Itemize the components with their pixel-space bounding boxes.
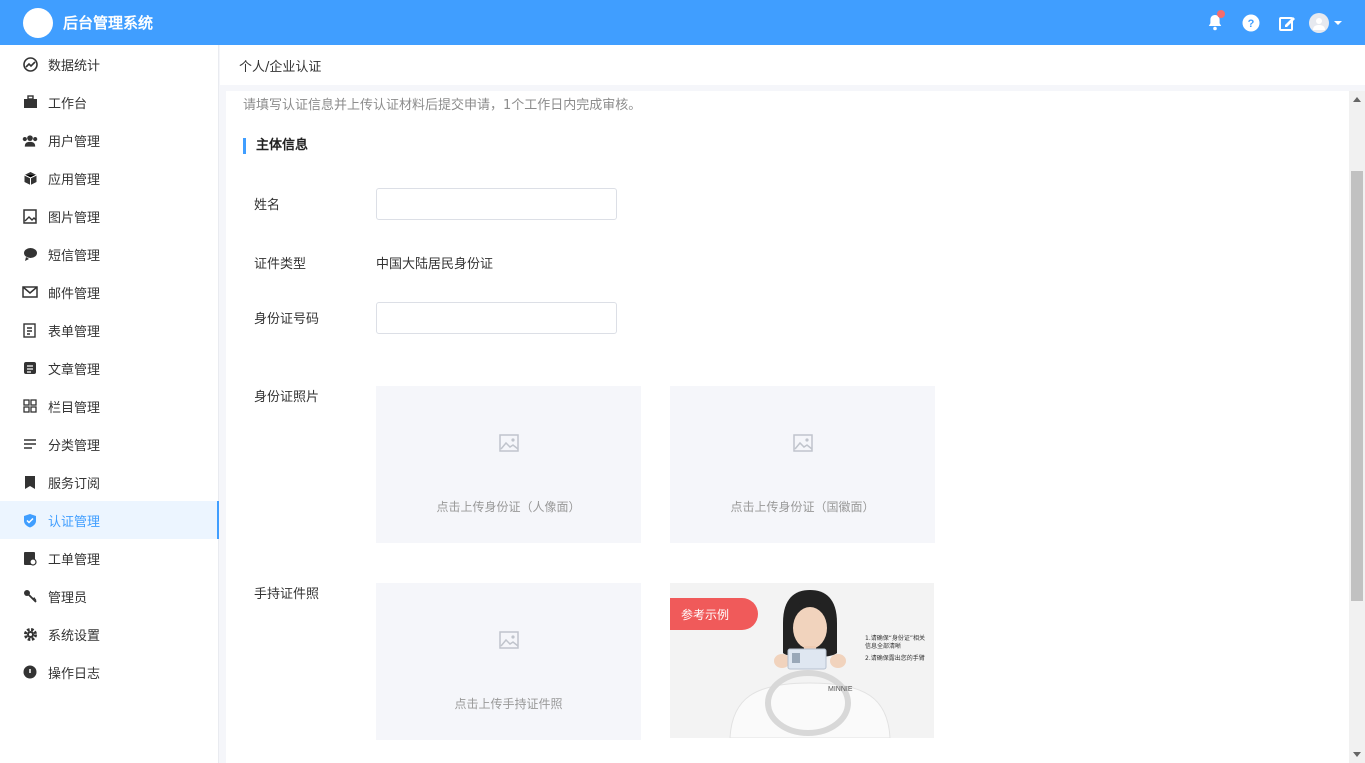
help-button[interactable]: ? <box>1233 0 1269 45</box>
svg-text:?: ? <box>1248 18 1255 30</box>
id-number-label: 身份证号码 <box>254 312 320 327</box>
grid-icon <box>22 398 38 414</box>
name-label: 姓名 <box>254 198 281 213</box>
sidebar-item-label: 文章管理 <box>48 362 101 378</box>
sample-tag: 参考示例 <box>670 598 758 630</box>
sample-note-1: 1.请确保“身份证”相关信息全部清晰 <box>865 635 925 650</box>
gear-icon <box>22 626 38 642</box>
sidebar-item[interactable]: 服务订阅 <box>0 463 218 501</box>
chat-icon <box>22 246 38 262</box>
upload-id-back[interactable]: 点击上传身份证（国徽面） <box>670 386 935 543</box>
chevron-down-icon <box>1334 20 1342 25</box>
instruction-text: 请填写认证信息并上传认证材料后提交申请，1个工作日内完成审核。 <box>243 98 642 113</box>
sidebar-item-label: 管理员 <box>48 590 88 606</box>
sidebar-item-label: 图片管理 <box>48 210 101 226</box>
sidebar-item-label: 认证管理 <box>48 514 101 530</box>
mail-icon <box>22 284 38 300</box>
users-icon <box>22 132 38 148</box>
sidebar-item-label: 分类管理 <box>48 438 101 454</box>
key-icon <box>22 588 38 604</box>
sidebar-item-label: 表单管理 <box>48 324 101 340</box>
upload-id-front[interactable]: 点击上传身份证（人像面） <box>376 386 641 543</box>
image-placeholder-icon <box>498 631 519 649</box>
briefcase-icon <box>22 94 38 110</box>
user-menu[interactable] <box>1309 12 1343 33</box>
svg-text:MINNIE: MINNIE <box>828 686 853 693</box>
sidebar-item[interactable]: 操作日志 <box>0 653 218 691</box>
log-icon <box>22 664 38 680</box>
upload-id-front-text: 点击上传身份证（人像面） <box>436 500 581 514</box>
top-bar: 后台管理系统 ? <box>0 0 1365 45</box>
sidebar-item[interactable]: 工单管理 <box>0 539 218 577</box>
ticket-icon <box>22 550 38 566</box>
sidebar-item[interactable]: 文章管理 <box>0 349 218 387</box>
sidebar-item-label: 邮件管理 <box>48 286 101 302</box>
sidebar-item-label: 栏目管理 <box>48 400 101 416</box>
sample-notes: 1.请确保“身份证”相关信息全部清晰 2.请确保露出您的手臂 <box>865 635 930 663</box>
sidebar-item[interactable]: 栏目管理 <box>0 387 218 425</box>
sidebar-item-label: 系统设置 <box>48 628 101 644</box>
upload-handheld[interactable]: 点击上传手持证件照 <box>376 583 641 740</box>
sidebar-item[interactable]: 数据统计 <box>0 45 218 83</box>
dashboard-icon <box>22 56 38 72</box>
sidebar-item[interactable]: 图片管理 <box>0 197 218 235</box>
edit-button[interactable] <box>1269 0 1305 45</box>
section-title: 主体信息 <box>243 138 308 154</box>
sidebar-item-label: 数据统计 <box>48 58 101 74</box>
id-photo-label: 身份证照片 <box>254 390 320 405</box>
image-icon <box>22 208 38 224</box>
bookmark-icon <box>22 474 38 490</box>
sample-image: MINNIE 参考示例 1.请确保“身份证”相关信息全部清晰 2.请确保露出您的… <box>670 583 934 738</box>
article-icon <box>22 360 38 376</box>
sidebar-item-label: 工单管理 <box>48 552 101 568</box>
sidebar-item-label: 操作日志 <box>48 666 101 682</box>
sidebar-item-label: 服务订阅 <box>48 476 101 492</box>
sidebar-item[interactable]: 管理员 <box>0 577 218 615</box>
image-placeholder-icon <box>498 434 519 452</box>
scrollbar[interactable] <box>1349 91 1365 763</box>
cube-icon <box>22 170 38 186</box>
help-icon: ? <box>1242 14 1260 31</box>
notification-button[interactable] <box>1197 0 1233 45</box>
scroll-down-arrow[interactable] <box>1353 752 1361 757</box>
id-type-value: 中国大陆居民身份证 <box>376 257 494 272</box>
sample-note-2: 2.请确保露出您的手臂 <box>865 655 925 662</box>
id-type-label: 证件类型 <box>254 257 307 272</box>
app-title: 后台管理系统 <box>63 14 154 32</box>
sidebar-item[interactable]: 应用管理 <box>0 159 218 197</box>
sidebar-item[interactable]: 用户管理 <box>0 121 218 159</box>
logo <box>23 7 53 38</box>
list-icon <box>22 436 38 452</box>
scroll-up-arrow[interactable] <box>1353 97 1361 102</box>
sidebar-item-label: 短信管理 <box>48 248 101 264</box>
shield-icon <box>22 512 38 528</box>
id-number-input[interactable] <box>376 302 617 334</box>
image-placeholder-icon <box>792 434 813 452</box>
upload-id-back-text: 点击上传身份证（国徽面） <box>730 500 875 514</box>
form-icon <box>22 322 38 338</box>
top-actions: ? <box>1197 0 1343 45</box>
notification-dot <box>1217 10 1225 18</box>
avatar <box>1309 12 1329 33</box>
sidebar-item[interactable]: 系统设置 <box>0 615 218 653</box>
scroll-thumb[interactable] <box>1351 171 1363 601</box>
sidebar-item[interactable]: 邮件管理 <box>0 273 218 311</box>
sidebar-item[interactable]: 表单管理 <box>0 311 218 349</box>
breadcrumb: 个人/企业认证 <box>220 45 1365 85</box>
sidebar-item[interactable]: 工作台 <box>0 83 218 121</box>
upload-handheld-text: 点击上传手持证件照 <box>454 697 563 711</box>
sidebar-item[interactable]: 分类管理 <box>0 425 218 463</box>
handheld-label: 手持证件照 <box>254 587 320 602</box>
sidebar-item-label: 应用管理 <box>48 172 101 188</box>
sidebar: 数据统计工作台用户管理应用管理图片管理短信管理邮件管理表单管理文章管理栏目管理分… <box>0 45 219 763</box>
main-content: 请填写认证信息并上传认证材料后提交申请，1个工作日内完成审核。 主体信息 姓名 … <box>226 91 1349 763</box>
sidebar-item[interactable]: 认证管理 <box>0 501 219 539</box>
name-input[interactable] <box>376 188 617 220</box>
sidebar-item-label: 用户管理 <box>48 134 101 150</box>
sidebar-item-label: 工作台 <box>48 96 88 112</box>
edit-icon <box>1278 16 1295 31</box>
sidebar-item[interactable]: 短信管理 <box>0 235 218 273</box>
